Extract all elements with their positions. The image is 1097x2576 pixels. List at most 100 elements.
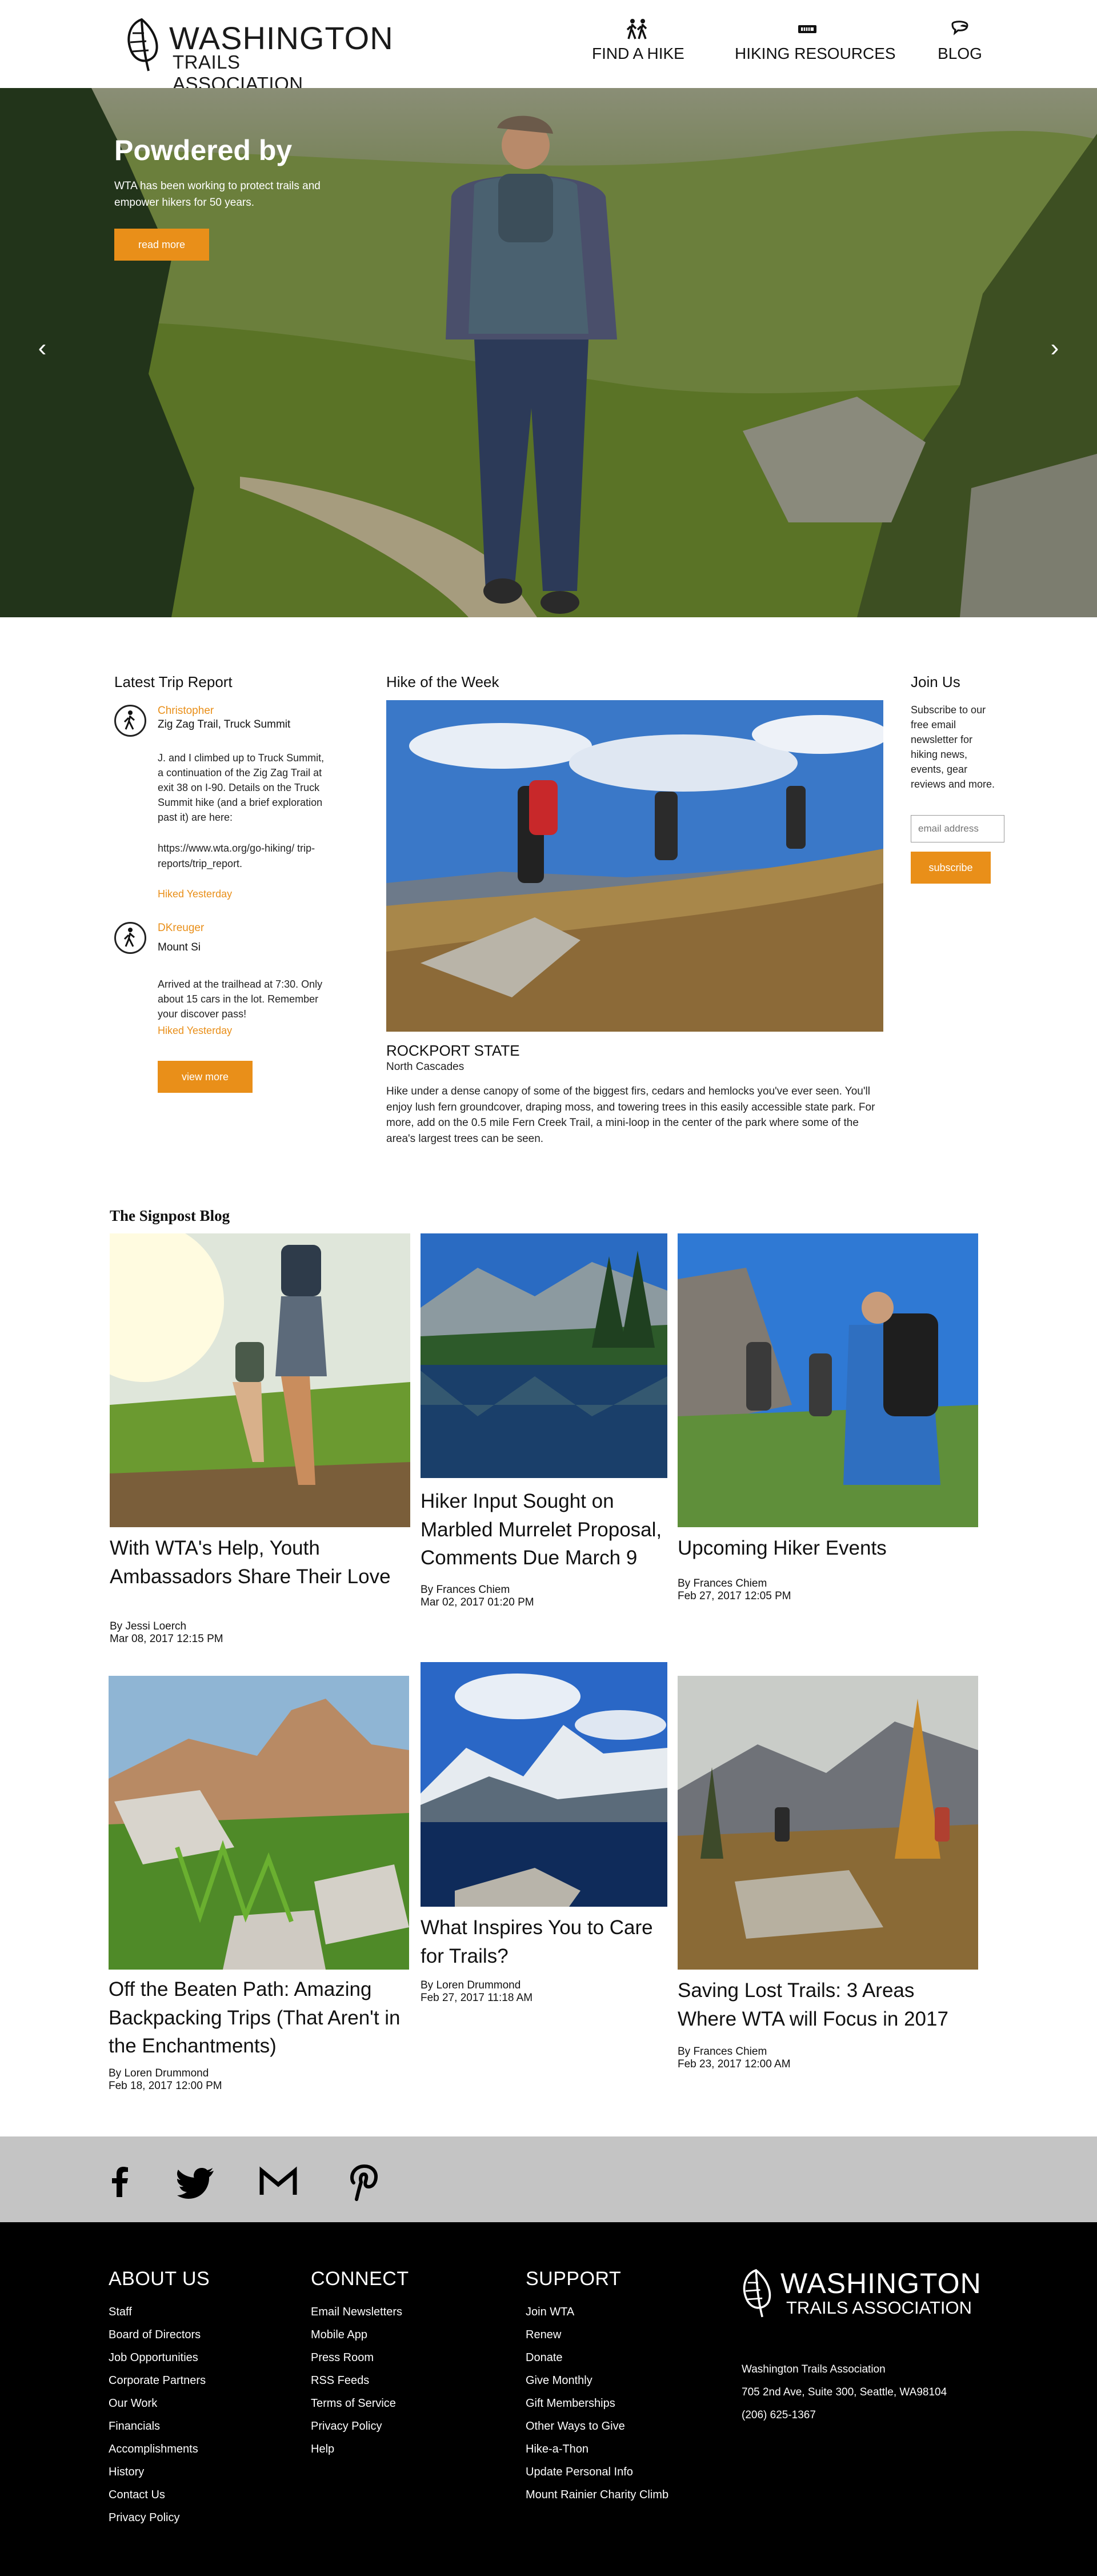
footer-link-donate[interactable]: Donate	[526, 2346, 668, 2369]
blog-post-date: Mar 02, 2017 01:20 PM	[421, 1596, 534, 1609]
footer-heading: CONNECT	[311, 2268, 409, 2290]
hikers-icon	[626, 19, 647, 39]
blog-post-author: By Frances Chiem	[678, 2046, 767, 2058]
footer-logo[interactable]: WASHINGTON TRAILS ASSOCIATION	[740, 2266, 981, 2323]
footer-link-contact[interactable]: Contact Us	[109, 2483, 210, 2506]
read-more-button[interactable]: read more	[114, 229, 209, 261]
site-footer: ABOUT US Staff Board of Directors Job Op…	[0, 2222, 1097, 2576]
footer-link-other-ways[interactable]: Other Ways to Give	[526, 2415, 668, 2438]
footer-link-update-info[interactable]: Update Personal Info	[526, 2461, 668, 2483]
blog-post-photo[interactable]	[421, 1233, 667, 1478]
blog-post-title[interactable]: Hiker Input Sought on Marbled Murrelet P…	[421, 1487, 667, 1572]
twitter-icon[interactable]	[177, 2162, 217, 2202]
hiker-icon	[114, 705, 146, 737]
blog-post[interactable]: Saving Lost Trails: 3 Areas Where WTA wi…	[678, 1676, 978, 2071]
footer-link-history[interactable]: History	[109, 2461, 210, 2483]
blog-post-author: By Loren Drummond	[421, 1979, 521, 1992]
blog-post[interactable]: What Inspires You to Care for Trails? By…	[421, 1662, 667, 2004]
blog-post-title[interactable]: Off the Beaten Path: Amazing Backpacking…	[109, 1975, 409, 2060]
blog-post-title[interactable]: Upcoming Hiker Events	[678, 1534, 978, 1563]
footer-link-staff[interactable]: Staff	[109, 2301, 210, 2323]
blog-post-author: By Frances Chiem	[421, 1584, 510, 1596]
view-more-button[interactable]: view more	[158, 1060, 253, 1093]
trip-link[interactable]: https://www.wta.org/go-hiking/ trip-repo…	[158, 841, 329, 870]
blog-post-photo[interactable]	[421, 1662, 667, 1907]
footer-heading: SUPPORT	[526, 2268, 622, 2290]
hike-region: North Cascades	[386, 1061, 465, 1073]
leaf-hiker-logo-icon	[743, 2269, 771, 2318]
footer-link-mobile-app[interactable]: Mobile App	[311, 2323, 409, 2346]
hero-description: WTA has been working to protect trails a…	[114, 180, 321, 209]
footer-link-gift[interactable]: Gift Memberships	[526, 2392, 668, 2415]
blog-heading: The Signpost Blog	[110, 1207, 230, 1224]
footer-link-rainier-climb[interactable]: Mount Rainier Charity Climb	[526, 2483, 668, 2506]
blog-post[interactable]: Off the Beaten Path: Amazing Backpacking…	[109, 1676, 409, 2092]
blog-post-photo[interactable]	[110, 1233, 410, 1527]
hike-of-week-heading: Hike of the Week	[386, 673, 499, 690]
blog-post[interactable]: Upcoming Hiker Events By Frances Chiem F…	[678, 1233, 978, 1603]
blog-post-date: Mar 08, 2017 12:15 PM	[110, 1633, 223, 1646]
blog-post-photo[interactable]	[678, 1676, 978, 1970]
footer-link-press[interactable]: Press Room	[311, 2346, 409, 2369]
footer-link-board[interactable]: Board of Directors	[109, 2323, 210, 2346]
footer-link-accomplishments[interactable]: Accomplishments	[109, 2438, 210, 2461]
hero-title: Powdered by	[114, 134, 293, 166]
hike-of-week-photo[interactable]	[386, 700, 883, 1032]
hike-of-the-week: Hike of the Week ROCKPORT STATE North Ca…	[386, 673, 883, 1147]
trip-when: Hiked Yesterday	[158, 888, 233, 900]
blog-post-photo[interactable]	[109, 1676, 409, 1970]
email-input[interactable]	[911, 814, 1004, 842]
carousel-prev-icon[interactable]: ‹	[31, 334, 54, 368]
trip-when: Hiked Yesterday	[158, 1024, 233, 1036]
footer-link-jobs[interactable]: Job Opportunities	[109, 2346, 210, 2369]
footer-link-newsletters[interactable]: Email Newsletters	[311, 2301, 409, 2323]
blog-post-author: By Loren Drummond	[109, 2067, 209, 2080]
trip-body: J. and I climbed up to Truck Summit, a c…	[158, 752, 325, 824]
footer-link-rss[interactable]: RSS Feeds	[311, 2369, 409, 2392]
join-text: Subscribe to our free email newsletter f…	[911, 704, 995, 790]
blog-post-title[interactable]: Saving Lost Trails: 3 Areas Where WTA wi…	[678, 1976, 978, 2033]
hero-carousel: Powdered by WTA has been working to prot…	[0, 88, 1097, 617]
carousel-next-icon[interactable]: ›	[1043, 334, 1066, 368]
trip-report-entry: Christopher Zig Zag Trail, Truck Summit …	[114, 705, 343, 900]
footer-link-join[interactable]: Join WTA	[526, 2301, 668, 2323]
nav-hiking-resources[interactable]: HIKING RESOURCES	[735, 18, 896, 70]
footer-link-terms[interactable]: Terms of Service	[311, 2392, 409, 2415]
trip-report-heading: Latest Trip Report	[114, 673, 233, 690]
nav-blog[interactable]: BLOG	[930, 18, 990, 70]
footer-link-partners[interactable]: Corporate Partners	[109, 2369, 210, 2392]
footer-link-financials[interactable]: Financials	[109, 2415, 210, 2438]
blog-post[interactable]: Hiker Input Sought on Marbled Murrelet P…	[421, 1233, 667, 1609]
footer-link-renew[interactable]: Renew	[526, 2323, 668, 2346]
footer-org-name: Washington Trails Association	[742, 2363, 886, 2375]
footer-support: SUPPORT Join WTA Renew Donate Give Month…	[526, 2268, 668, 2506]
footer-link-privacy[interactable]: Privacy Policy	[109, 2506, 210, 2529]
trip-location: Mount Si	[158, 941, 201, 953]
facebook-icon[interactable]	[101, 2162, 141, 2202]
hero-text: Powdered by WTA has been working to prot…	[114, 135, 366, 211]
blog-post[interactable]: With WTA's Help, Youth Ambassadors Share…	[110, 1233, 410, 1646]
nav-find-a-hike[interactable]: FIND A HIKE	[592, 18, 684, 70]
footer-link-hike-a-thon[interactable]: Hike-a-Thon	[526, 2438, 668, 2461]
nav-label: BLOG	[938, 45, 982, 62]
hike-name[interactable]: ROCKPORT STATE	[386, 1042, 883, 1060]
trip-user-link[interactable]: Christopher	[158, 705, 343, 717]
subscribe-button[interactable]: subscribe	[911, 851, 991, 884]
pinterest-icon[interactable]	[344, 2162, 384, 2202]
ticket-icon	[798, 25, 816, 33]
blog-post-title[interactable]: With WTA's Help, Youth Ambassadors Share…	[110, 1534, 410, 1591]
site-logo[interactable]: WASHINGTON TRAILS ASSOCIATION	[125, 16, 393, 94]
blog-post-photo[interactable]	[678, 1233, 978, 1527]
blog-post-date: Feb 23, 2017 12:00 AM	[678, 2058, 791, 2071]
footer-link-privacy[interactable]: Privacy Policy	[311, 2415, 409, 2438]
footer-link-our-work[interactable]: Our Work	[109, 2392, 210, 2415]
trip-location: Zig Zag Trail, Truck Summit	[158, 718, 291, 730]
blog-post-title[interactable]: What Inspires You to Care for Trails?	[421, 1914, 667, 1970]
latest-trip-report: Latest Trip Report Christopher Zig Zag T…	[114, 673, 343, 1093]
chat-icon	[951, 21, 968, 35]
footer-link-give-monthly[interactable]: Give Monthly	[526, 2369, 668, 2392]
footer-link-help[interactable]: Help	[311, 2438, 409, 2461]
trip-user-link[interactable]: DKreuger	[158, 922, 343, 934]
gmail-icon[interactable]	[258, 2162, 298, 2202]
join-us: Join Us Subscribe to our free email news…	[911, 673, 1004, 884]
